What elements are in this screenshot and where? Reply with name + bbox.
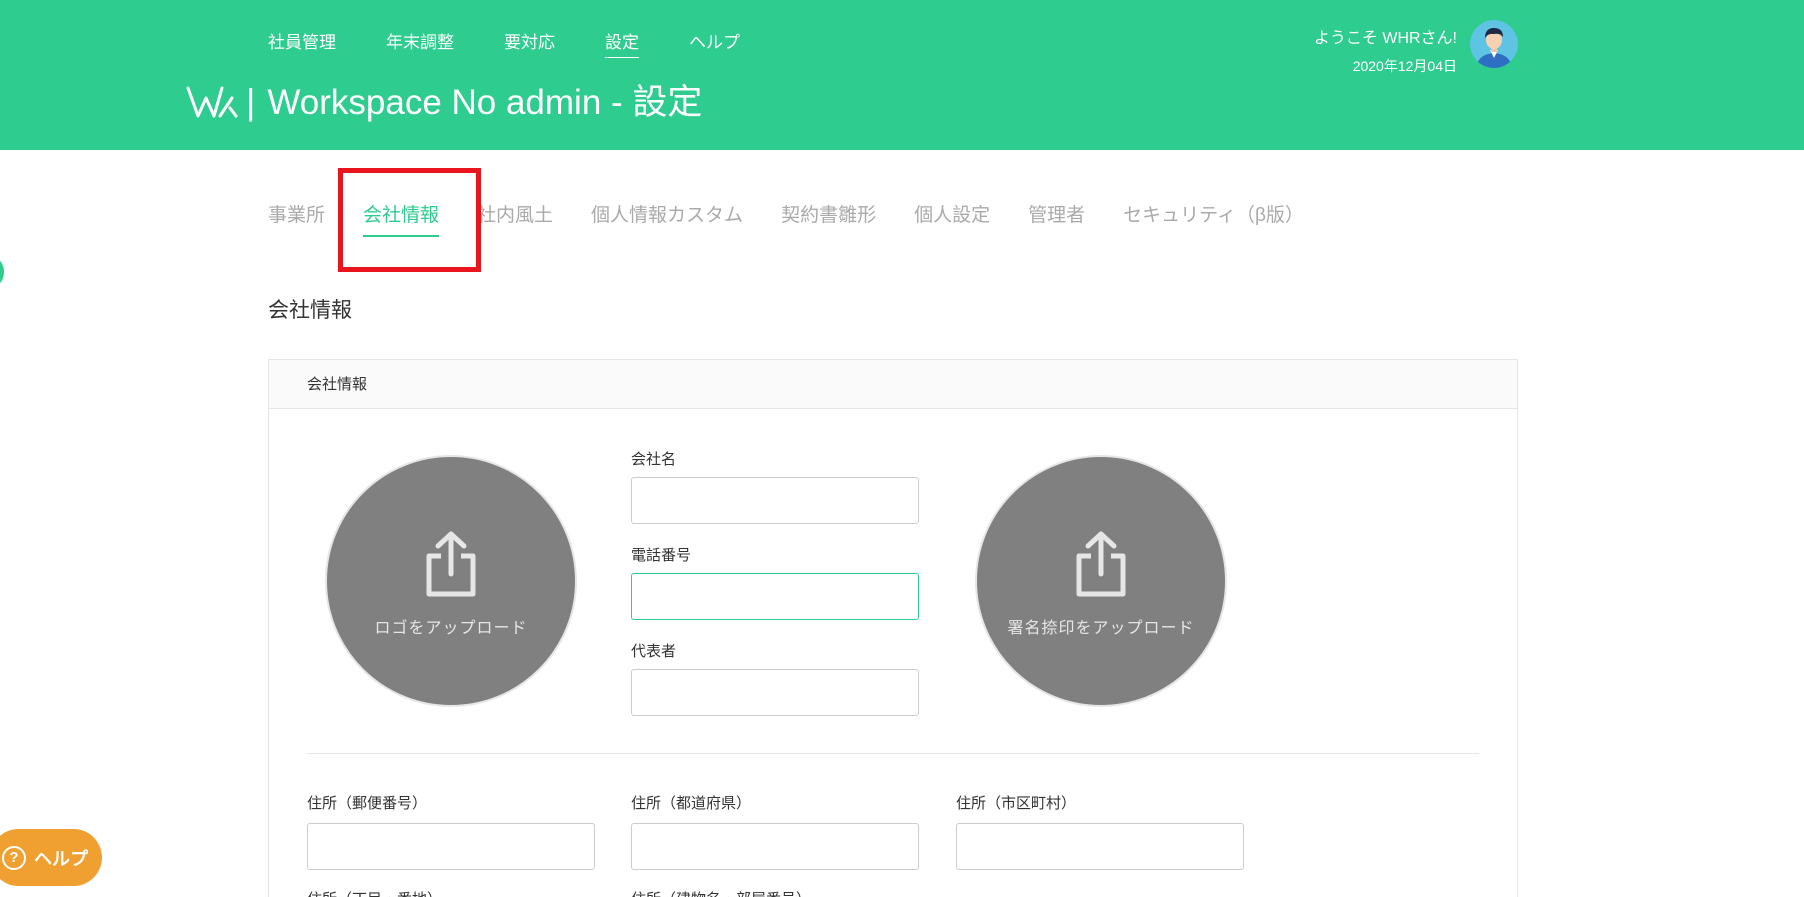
side-indicator — [0, 258, 4, 286]
card-header: 会社情報 — [269, 360, 1517, 409]
upload-icon — [426, 531, 476, 597]
phone-label: 電話番号 — [631, 547, 692, 564]
tab-administrators[interactable]: 管理者 — [1028, 200, 1085, 237]
tab-personal-info-custom[interactable]: 個人情報カスタム — [591, 200, 743, 237]
section-divider — [307, 753, 1479, 754]
tab-office[interactable]: 事業所 — [268, 200, 325, 237]
upload-logo-button[interactable]: ロゴをアップロード — [325, 455, 577, 707]
brand-row: | Workspace No admin - 設定 — [186, 84, 702, 120]
help-button-label: ヘルプ — [34, 848, 88, 869]
current-date: 2020年12月04日 — [1352, 58, 1457, 74]
tab-security[interactable]: セキュリティ（β版） — [1123, 200, 1304, 237]
company-name-input[interactable] — [631, 477, 919, 524]
upload-stamp-label: 署名捺印をアップロード — [1007, 620, 1195, 637]
building-label: 住所（建物名・部屋番号） — [631, 888, 811, 897]
company-name-label: 会社名 — [631, 451, 677, 468]
upload-stamp-button[interactable]: 署名捺印をアップロード — [975, 455, 1227, 707]
tab-contract-template[interactable]: 契約書雛形 — [781, 200, 876, 237]
postal-code-label: 住所（郵便番号） — [307, 795, 428, 812]
top-nav: 社員管理 年末調整 要対応 設定 ヘルプ — [268, 28, 790, 58]
workvision-logo-icon[interactable] — [186, 84, 238, 120]
city-input[interactable] — [956, 823, 1244, 870]
tab-company-info[interactable]: 会社情報 — [363, 200, 440, 237]
user-info: ようこそ WHRさん! 2020年12月04日 — [1314, 24, 1457, 76]
representative-label: 代表者 — [631, 643, 677, 660]
nav-year-end-adjustment[interactable]: 年末調整 — [386, 28, 454, 58]
app-header: 社員管理 年末調整 要対応 設定 ヘルプ | Workspace No admi… — [0, 0, 1804, 150]
street-label: 住所（丁目・番地） — [307, 888, 442, 897]
tab-personal-settings[interactable]: 個人設定 — [914, 200, 990, 237]
nav-action-required[interactable]: 要対応 — [504, 28, 555, 58]
upload-logo-label: ロゴをアップロード — [374, 620, 528, 637]
city-label: 住所（市区町村） — [956, 795, 1077, 812]
question-circle-icon: ? — [2, 845, 26, 870]
user-avatar-icon[interactable] — [1470, 20, 1518, 68]
page-title: Workspace No admin - 設定 — [267, 82, 703, 122]
company-info-card: 会社情報 ロゴをアップロード 会社名 電話番号 代表者 署名捺印をアップロード … — [268, 359, 1518, 897]
prefecture-label: 住所（都道府県） — [631, 795, 752, 812]
settings-tabs: 事業所 会社情報 社内風土 個人情報カスタム 契約書雛形 個人設定 管理者 セキ… — [268, 200, 1342, 237]
welcome-text: ようこそ WHRさん! — [1313, 30, 1457, 47]
nav-settings[interactable]: 設定 — [605, 28, 639, 58]
help-button[interactable]: ? ヘルプ — [0, 829, 102, 886]
prefecture-input[interactable] — [631, 823, 919, 870]
postal-code-input[interactable] — [307, 823, 595, 870]
nav-employee-management[interactable]: 社員管理 — [268, 28, 336, 58]
phone-input[interactable] — [631, 573, 919, 620]
section-title: 会社情報 — [268, 299, 352, 322]
nav-help[interactable]: ヘルプ — [689, 28, 740, 58]
logo-separator: | — [246, 81, 256, 122]
representative-input[interactable] — [631, 669, 919, 716]
tab-company-culture[interactable]: 社内風土 — [477, 200, 553, 237]
upload-icon — [1076, 531, 1126, 597]
